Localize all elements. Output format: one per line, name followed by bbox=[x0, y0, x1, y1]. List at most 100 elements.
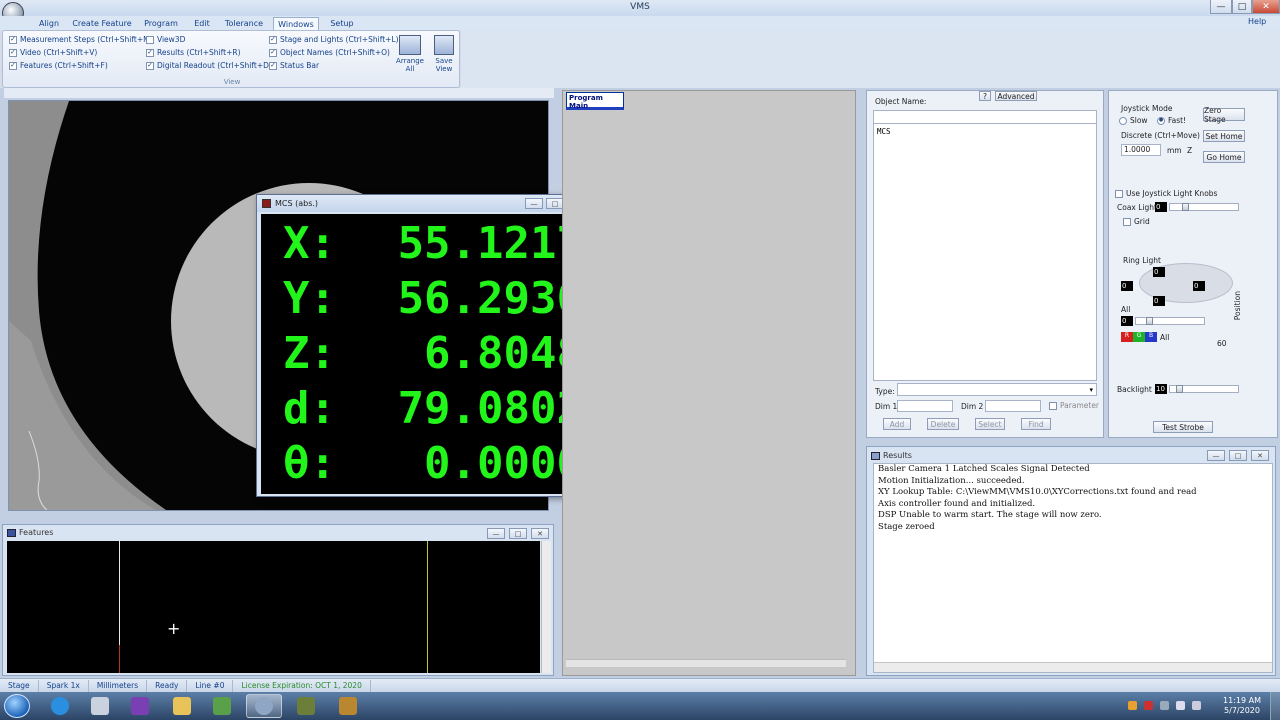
object-list-item[interactable]: MCS bbox=[877, 127, 1093, 136]
arrange-all-button[interactable]: Arrange All bbox=[395, 35, 425, 73]
check-measurement-steps[interactable]: ✓ Measurement Steps (Ctrl+Shift+M) bbox=[9, 35, 153, 44]
features-vertical-scrollbar[interactable] bbox=[541, 541, 551, 673]
grid-checkbox[interactable]: Grid bbox=[1123, 217, 1150, 226]
window-minimize-button[interactable]: — bbox=[1210, 0, 1232, 14]
features-maximize-button[interactable]: □ bbox=[509, 528, 527, 539]
taskbar-vms[interactable] bbox=[246, 694, 282, 718]
check-stage-and-lights[interactable]: ✓ Stage and Lights (Ctrl+Shift+L) bbox=[269, 35, 399, 44]
features-close-button[interactable]: ✕ bbox=[531, 528, 549, 539]
results-minimize-button[interactable]: — bbox=[1207, 450, 1225, 461]
select-button[interactable]: Select bbox=[975, 418, 1005, 430]
mcs-minimize-button[interactable]: — bbox=[525, 198, 543, 209]
coax-light-slider[interactable] bbox=[1169, 203, 1239, 211]
tray-icon-1[interactable] bbox=[1128, 701, 1137, 710]
blue-channel-button[interactable]: B bbox=[1145, 332, 1157, 342]
backlight-value[interactable]: 10 bbox=[1155, 384, 1167, 394]
tab-windows[interactable]: Windows bbox=[273, 17, 319, 30]
taskbar-app-2[interactable] bbox=[82, 694, 118, 718]
results-close-button[interactable]: ✕ bbox=[1251, 450, 1269, 461]
dim1-input[interactable] bbox=[897, 400, 953, 412]
help-link[interactable]: Help bbox=[1248, 17, 1266, 26]
step-size-input[interactable]: 1.0000 bbox=[1121, 144, 1161, 156]
ring-light-value-left[interactable]: 0 bbox=[1121, 281, 1133, 291]
green-channel-button[interactable]: G bbox=[1133, 332, 1145, 342]
radio-slow[interactable]: Slow bbox=[1119, 116, 1148, 125]
ring-light-value-bottom[interactable]: 0 bbox=[1153, 296, 1165, 306]
coax-light-value[interactable]: 0 bbox=[1155, 202, 1167, 212]
all-value[interactable]: 0 bbox=[1121, 316, 1133, 326]
tab-create-feature[interactable]: Create Feature bbox=[72, 17, 132, 30]
red-channel-button[interactable]: R bbox=[1121, 332, 1133, 342]
window-close-button[interactable]: ✕ bbox=[1252, 0, 1280, 14]
tab-program-main[interactable]: Program Main bbox=[566, 92, 624, 110]
check-video[interactable]: ✓ Video (Ctrl+Shift+V) bbox=[9, 48, 153, 57]
gear-app-icon bbox=[91, 697, 109, 715]
object-name-input[interactable] bbox=[873, 110, 1097, 124]
set-home-button[interactable]: Set Home bbox=[1203, 130, 1245, 142]
taskbar-app-8[interactable] bbox=[330, 694, 366, 718]
results-maximize-button[interactable]: □ bbox=[1229, 450, 1247, 461]
stage-and-lights-panel: Joystick Mode Slow ● Fast! Zero Stage Dis… bbox=[1108, 90, 1278, 438]
start-button-icon[interactable] bbox=[4, 694, 30, 718]
results-log[interactable]: Basler Camera 1 Latched Scales Signal De… bbox=[873, 463, 1273, 673]
type-dropdown[interactable]: ▾ bbox=[897, 383, 1097, 396]
go-home-button[interactable]: Go Home bbox=[1203, 151, 1245, 163]
tab-align[interactable]: Align bbox=[34, 17, 64, 30]
window-maximize-button[interactable]: □ bbox=[1232, 0, 1252, 14]
advanced-button[interactable]: Advanced bbox=[995, 91, 1037, 101]
slider-thumb[interactable] bbox=[1146, 317, 1153, 325]
parameter-checkbox[interactable]: Parameter bbox=[1049, 401, 1099, 410]
save-view-button[interactable]: Save View bbox=[431, 35, 457, 73]
slider-thumb[interactable] bbox=[1182, 203, 1189, 211]
zero-stage-button[interactable]: Zero Stage bbox=[1203, 106, 1245, 124]
ring-light-value-right[interactable]: 0 bbox=[1193, 281, 1205, 291]
find-button[interactable]: Find bbox=[1021, 418, 1051, 430]
radio-fast[interactable]: ● Fast! bbox=[1157, 116, 1186, 125]
delete-button[interactable]: Delete bbox=[927, 418, 959, 430]
ring-light-value-top[interactable]: 0 bbox=[1153, 267, 1165, 277]
tab-setup[interactable]: Setup bbox=[326, 17, 358, 30]
ribbon-tab-bar: Align Create Feature Program Edit Tolera… bbox=[0, 16, 1280, 30]
check-features[interactable]: ✓ Features (Ctrl+Shift+F) bbox=[9, 61, 153, 70]
taskbar-visual-studio[interactable] bbox=[122, 694, 158, 718]
show-desktop-button[interactable] bbox=[1270, 692, 1280, 720]
add-button[interactable]: Add bbox=[883, 418, 911, 430]
checkbox-icon: ✓ bbox=[146, 48, 154, 57]
tab-edit[interactable]: Edit bbox=[190, 17, 214, 30]
dim2-input[interactable] bbox=[985, 400, 1041, 412]
tray-icon-2[interactable] bbox=[1144, 701, 1153, 710]
check-status-bar[interactable]: ✓ Status Bar bbox=[269, 61, 399, 70]
tab-tolerance[interactable]: Tolerance bbox=[222, 17, 266, 30]
backlight-slider[interactable] bbox=[1169, 385, 1239, 393]
results-window[interactable]: Results — □ ✕ Basler Camera 1 Latched Sc… bbox=[866, 446, 1276, 676]
use-joystick-light-knobs-checkbox[interactable]: Use Joystick Light Knobs bbox=[1115, 189, 1217, 198]
network-icon[interactable] bbox=[1176, 701, 1185, 710]
results-horizontal-scrollbar[interactable] bbox=[874, 662, 1272, 672]
tray-icon-3[interactable] bbox=[1160, 701, 1169, 710]
mcs-title-bar[interactable]: MCS (abs.) — □ ✕ bbox=[257, 195, 593, 212]
program-window[interactable]: Program Main bbox=[562, 90, 856, 676]
taskbar-app-7[interactable] bbox=[288, 694, 324, 718]
features-window[interactable]: Features — □ ✕ + bbox=[2, 524, 554, 676]
taskbar-app-5[interactable] bbox=[204, 694, 240, 718]
features-graphics-canvas[interactable]: + bbox=[7, 541, 540, 673]
check-results[interactable]: ✓ Results (Ctrl+Shift+R) bbox=[146, 48, 272, 57]
taskbar-clock[interactable]: 11:19 AM 5/7/2020 bbox=[1218, 696, 1266, 716]
all-light-slider[interactable] bbox=[1135, 317, 1205, 325]
features-minimize-button[interactable]: — bbox=[487, 528, 505, 539]
check-digital-readout[interactable]: ✓ Digital Readout (Ctrl+Shift+D) bbox=[146, 61, 272, 70]
mcs-readout-window[interactable]: MCS (abs.) — □ ✕ X: 55.1217 Y: 56.2936 Z: 6… bbox=[256, 194, 594, 497]
check-view3d[interactable]: View3D bbox=[146, 35, 272, 44]
help-button[interactable]: ? bbox=[979, 91, 991, 101]
object-list[interactable]: MCS bbox=[873, 123, 1097, 381]
position-label: Position bbox=[1233, 291, 1242, 321]
program-horizontal-scrollbar[interactable] bbox=[566, 659, 846, 667]
check-object-names[interactable]: ✓ Object Names (Ctrl+Shift+O) bbox=[269, 48, 399, 57]
test-strobe-button[interactable]: Test Strobe bbox=[1153, 421, 1213, 433]
taskbar-file-explorer[interactable] bbox=[164, 694, 200, 718]
taskbar-internet-explorer[interactable] bbox=[42, 694, 78, 718]
speaker-icon[interactable] bbox=[1192, 701, 1201, 710]
slider-thumb[interactable] bbox=[1176, 385, 1183, 393]
all-channels-label[interactable]: All bbox=[1160, 333, 1169, 342]
tab-program[interactable]: Program bbox=[142, 17, 180, 30]
